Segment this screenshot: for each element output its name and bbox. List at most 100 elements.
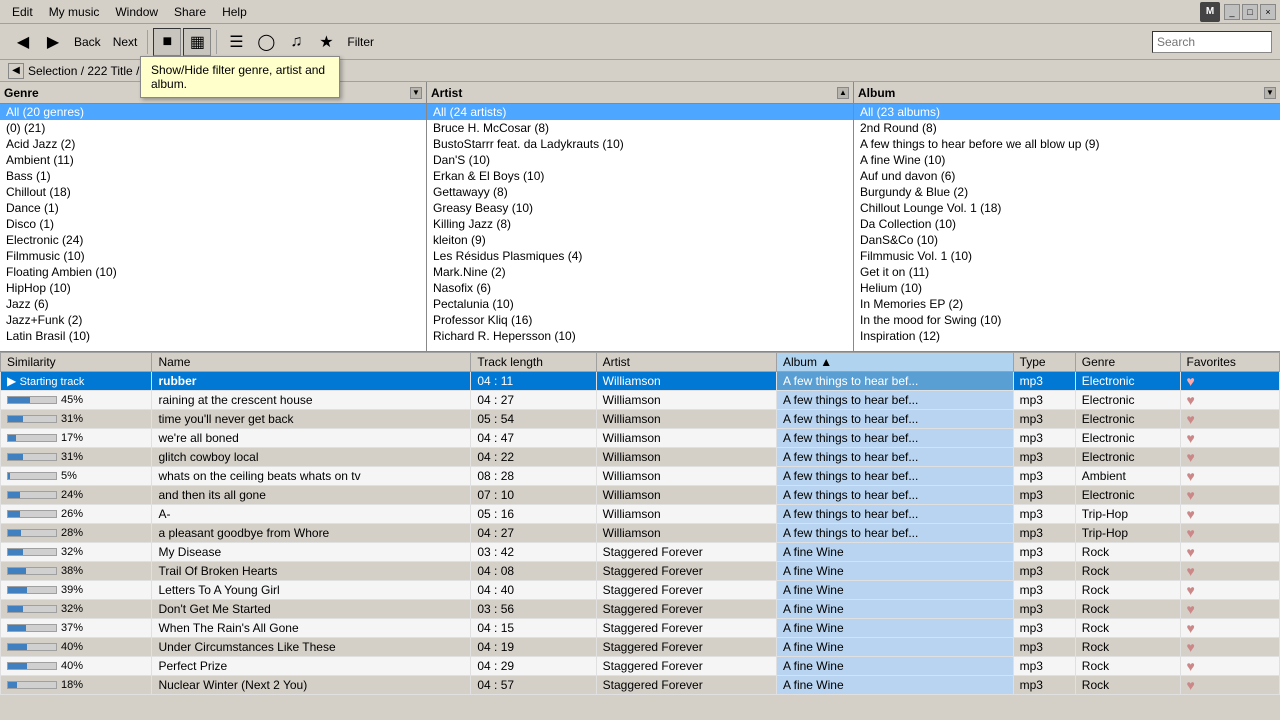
favorite-icon[interactable]: ♥ bbox=[1187, 677, 1195, 693]
favorite-icon[interactable]: ♥ bbox=[1187, 449, 1195, 465]
album-list-item[interactable]: Helium (10) bbox=[854, 280, 1280, 296]
search-input[interactable] bbox=[1152, 31, 1272, 53]
artist-list-item[interactable]: Pectalunia (10) bbox=[427, 296, 853, 312]
favorite-icon[interactable]: ♥ bbox=[1187, 506, 1195, 522]
artist-list-item[interactable]: Dan'S (10) bbox=[427, 152, 853, 168]
genre-list-item[interactable]: HipHop (10) bbox=[0, 280, 426, 296]
artist-list-item[interactable]: kleiton (9) bbox=[427, 232, 853, 248]
col-genre[interactable]: Genre bbox=[1075, 353, 1180, 372]
favorite-icon[interactable]: ♥ bbox=[1187, 392, 1195, 408]
col-type[interactable]: Type bbox=[1013, 353, 1075, 372]
album-list-item[interactable]: Da Collection (10) bbox=[854, 216, 1280, 232]
table-row[interactable]: 31%glitch cowboy local04 : 22WilliamsonA… bbox=[1, 448, 1280, 467]
table-row[interactable]: 31%time you'll never get back05 : 54Will… bbox=[1, 410, 1280, 429]
album-list-item[interactable]: All (23 albums) bbox=[854, 104, 1280, 120]
selection-back-button[interactable]: ◀ bbox=[8, 63, 24, 79]
album-list-item[interactable]: DanS&Co (10) bbox=[854, 232, 1280, 248]
favorite-icon[interactable]: ♥ bbox=[1187, 582, 1195, 598]
artist-list-item[interactable]: Les Résidus Plasmiques (4) bbox=[427, 248, 853, 264]
menu-my-music[interactable]: My music bbox=[41, 3, 108, 21]
album-list-item[interactable]: A few things to hear before we all blow … bbox=[854, 136, 1280, 152]
artist-list-item[interactable]: Killing Jazz (8) bbox=[427, 216, 853, 232]
maximize-button[interactable]: □ bbox=[1242, 4, 1258, 20]
col-artist[interactable]: Artist bbox=[596, 353, 776, 372]
table-row[interactable]: ▶ Starting trackrubber04 : 11WilliamsonA… bbox=[1, 372, 1280, 391]
filter-button[interactable]: ▦ bbox=[183, 28, 211, 56]
table-row[interactable]: 40%Under Circumstances Like These04 : 19… bbox=[1, 638, 1280, 657]
table-row[interactable]: 28%a pleasant goodbye from Whore04 : 27W… bbox=[1, 524, 1280, 543]
favorite-icon[interactable]: ♥ bbox=[1187, 639, 1195, 655]
table-row[interactable]: 5%whats on the ceiling beats whats on tv… bbox=[1, 467, 1280, 486]
album-list-item[interactable]: Inspiration (12) bbox=[854, 328, 1280, 344]
audio-button[interactable]: ♫ bbox=[282, 28, 310, 56]
genre-list-item[interactable]: Ambient (11) bbox=[0, 152, 426, 168]
genre-list-item[interactable]: Jazz+Funk (2) bbox=[0, 312, 426, 328]
menu-window[interactable]: Window bbox=[107, 3, 166, 21]
star-button[interactable]: ★ bbox=[312, 28, 340, 56]
favorite-icon[interactable]: ♥ bbox=[1187, 373, 1195, 389]
album-list-item[interactable]: Burgundy & Blue (2) bbox=[854, 184, 1280, 200]
artist-list-item[interactable]: Nasofix (6) bbox=[427, 280, 853, 296]
back-button[interactable]: ◀ bbox=[9, 28, 37, 56]
favorite-icon[interactable]: ♥ bbox=[1187, 411, 1195, 427]
genre-sort-button[interactable]: ▼ bbox=[410, 87, 422, 99]
favorite-icon[interactable]: ♥ bbox=[1187, 658, 1195, 674]
favorite-icon[interactable]: ♥ bbox=[1187, 544, 1195, 560]
table-row[interactable]: 45%raining at the crescent house04 : 27W… bbox=[1, 391, 1280, 410]
genre-list-item[interactable]: Latin Brasil (10) bbox=[0, 328, 426, 344]
table-row[interactable]: 26%A-05 : 16WilliamsonA few things to he… bbox=[1, 505, 1280, 524]
artist-list-item[interactable]: BustoStarrr feat. da Ladykrauts (10) bbox=[427, 136, 853, 152]
table-row[interactable]: 24%and then its all gone07 : 10Williamso… bbox=[1, 486, 1280, 505]
artist-sort-button[interactable]: ▲ bbox=[837, 87, 849, 99]
artist-list-item[interactable]: Mark.Nine (2) bbox=[427, 264, 853, 280]
table-row[interactable]: 39%Letters To A Young Girl04 : 40Stagger… bbox=[1, 581, 1280, 600]
album-list-item[interactable]: Filmmusic Vol. 1 (10) bbox=[854, 248, 1280, 264]
album-sort-button[interactable]: ▼ bbox=[1264, 87, 1276, 99]
favorite-icon[interactable]: ♥ bbox=[1187, 468, 1195, 484]
favorite-icon[interactable]: ♥ bbox=[1187, 430, 1195, 446]
genre-list-item[interactable]: Electronic (24) bbox=[0, 232, 426, 248]
artist-list-item[interactable]: Greasy Beasy (10) bbox=[427, 200, 853, 216]
grid-view-button[interactable]: ◯ bbox=[252, 28, 280, 56]
genre-list-item[interactable]: Jazz (6) bbox=[0, 296, 426, 312]
table-row[interactable]: 32%Don't Get Me Started03 : 56Staggered … bbox=[1, 600, 1280, 619]
table-row[interactable]: 37%When The Rain's All Gone04 : 15Stagge… bbox=[1, 619, 1280, 638]
table-row[interactable]: 18%Nuclear Winter (Next 2 You)04 : 57Sta… bbox=[1, 676, 1280, 695]
favorite-icon[interactable]: ♥ bbox=[1187, 563, 1195, 579]
album-list-item[interactable]: Get it on (11) bbox=[854, 264, 1280, 280]
favorite-icon[interactable]: ♥ bbox=[1187, 487, 1195, 503]
next-button[interactable]: ▶ bbox=[39, 28, 67, 56]
favorite-icon[interactable]: ♥ bbox=[1187, 620, 1195, 636]
genre-list-item[interactable]: Disco (1) bbox=[0, 216, 426, 232]
album-list-item[interactable]: Auf und davon (6) bbox=[854, 168, 1280, 184]
sidebar-toggle-button[interactable]: ■ bbox=[153, 28, 181, 56]
genre-list-item[interactable]: Chillout (18) bbox=[0, 184, 426, 200]
menu-edit[interactable]: Edit bbox=[4, 3, 41, 21]
genre-list-item[interactable]: (0) (21) bbox=[0, 120, 426, 136]
artist-list-item[interactable]: All (24 artists) bbox=[427, 104, 853, 120]
genre-list-item[interactable]: Dance (1) bbox=[0, 200, 426, 216]
favorite-icon[interactable]: ♥ bbox=[1187, 601, 1195, 617]
album-list-item[interactable]: In the mood for Swing (10) bbox=[854, 312, 1280, 328]
genre-list-item[interactable]: All (20 genres) bbox=[0, 104, 426, 120]
genre-list-item[interactable]: Floating Ambien (10) bbox=[0, 264, 426, 280]
col-track-length[interactable]: Track length bbox=[471, 353, 596, 372]
list-view-button[interactable]: ☰ bbox=[222, 28, 250, 56]
table-row[interactable]: 40%Perfect Prize04 : 29Staggered Forever… bbox=[1, 657, 1280, 676]
close-button[interactable]: × bbox=[1260, 4, 1276, 20]
favorite-icon[interactable]: ♥ bbox=[1187, 525, 1195, 541]
table-row[interactable]: 32%My Disease03 : 42Staggered ForeverA f… bbox=[1, 543, 1280, 562]
album-list-item[interactable]: Chillout Lounge Vol. 1 (18) bbox=[854, 200, 1280, 216]
album-list-item[interactable]: A fine Wine (10) bbox=[854, 152, 1280, 168]
genre-list-item[interactable]: Filmmusic (10) bbox=[0, 248, 426, 264]
genre-list-item[interactable]: Acid Jazz (2) bbox=[0, 136, 426, 152]
genre-list-item[interactable]: Bass (1) bbox=[0, 168, 426, 184]
minimize-button[interactable]: _ bbox=[1224, 4, 1240, 20]
artist-list-item[interactable]: Gettawayy (8) bbox=[427, 184, 853, 200]
album-list-item[interactable]: In Memories EP (2) bbox=[854, 296, 1280, 312]
table-row[interactable]: 17%we're all boned04 : 47WilliamsonA few… bbox=[1, 429, 1280, 448]
col-name[interactable]: Name bbox=[152, 353, 471, 372]
artist-list-item[interactable]: Bruce H. McCosar (8) bbox=[427, 120, 853, 136]
col-favorites[interactable]: Favorites bbox=[1180, 353, 1279, 372]
table-row[interactable]: 38%Trail Of Broken Hearts04 : 08Staggere… bbox=[1, 562, 1280, 581]
